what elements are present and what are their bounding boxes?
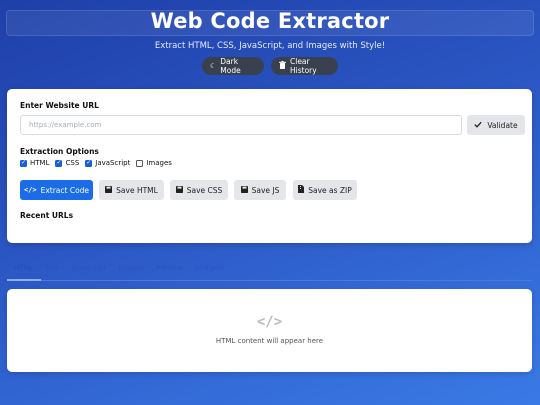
clear-history-label: Clear History [290, 57, 317, 75]
tab-analysis[interactable]: Analysis [191, 264, 232, 272]
dark-mode-button[interactable]: ☾ Dark Mode [202, 57, 264, 75]
css-checkbox[interactable]: ✓ [55, 159, 63, 167]
url-input[interactable] [20, 115, 462, 135]
save-js-button[interactable]: Save JS [234, 180, 286, 200]
option-css[interactable]: ✓ CSS [55, 159, 79, 167]
dark-mode-label: Dark Mode [220, 57, 241, 75]
app-subtitle: Extract HTML, CSS, JavaScript, and Image… [154, 41, 386, 51]
active-tab-indicator [7, 279, 41, 281]
extract-code-button[interactable]: </> Extract Code [20, 180, 93, 200]
tab-html[interactable]: HTML [10, 264, 41, 272]
recent-urls-label: Recent URLs [20, 211, 74, 220]
validate-label: Validate [487, 120, 518, 130]
save-js-label: Save JS [251, 185, 280, 195]
save-zip-label: Save as ZIP [308, 185, 352, 195]
save-css-label: Save CSS [186, 185, 223, 195]
code-icon: </> [23, 186, 37, 194]
save-icon [240, 185, 248, 195]
save-css-button[interactable]: Save CSS [170, 180, 228, 200]
option-label: HTML [30, 159, 50, 167]
tabs-divider [7, 280, 532, 281]
extraction-options-label: Extraction Options [20, 147, 99, 156]
javascript-checkbox[interactable]: ✓ [85, 159, 93, 167]
option-images[interactable]: Images [136, 159, 172, 167]
option-label: CSS [65, 159, 80, 167]
check-icon [474, 121, 483, 130]
app-title: Web Code Extractor [150, 9, 390, 33]
save-icon [175, 185, 183, 195]
moon-icon: ☾ [210, 62, 217, 70]
trash-icon [279, 61, 286, 71]
tab-preview[interactable]: Preview [152, 264, 191, 272]
option-javascript[interactable]: ✓ JavaScript [85, 159, 130, 167]
option-label: JavaScript [95, 159, 131, 167]
output-tabs: HTML CSS JavaScript Images Preview Analy… [10, 264, 232, 272]
save-zip-button[interactable]: Save as ZIP [293, 180, 357, 200]
html-checkbox[interactable]: ✓ [20, 159, 27, 167]
validate-button[interactable]: Validate [467, 115, 525, 135]
save-icon [105, 185, 113, 195]
code-icon: </> [256, 314, 283, 330]
option-label: Images [146, 159, 172, 167]
clear-history-button[interactable]: Clear History [271, 57, 338, 75]
save-html-button[interactable]: Save HTML [99, 180, 164, 200]
output-placeholder: HTML content will appear here [215, 337, 324, 345]
output-panel: </> HTML content will appear here [7, 289, 532, 372]
option-html[interactable]: ✓ HTML [20, 159, 49, 167]
tab-javascript[interactable]: JavaScript [67, 264, 114, 272]
save-html-label: Save HTML [116, 185, 158, 195]
images-checkbox[interactable] [136, 159, 144, 167]
extractor-card: Enter Website URL Validate Extraction Op… [7, 89, 532, 243]
extract-code-label: Extract Code [40, 185, 90, 195]
extraction-options: ✓ HTML ✓ CSS ✓ JavaScript Images [20, 159, 172, 167]
url-label: Enter Website URL [20, 101, 99, 110]
file-zip-icon [298, 185, 305, 195]
tab-images[interactable]: Images [114, 264, 152, 272]
tab-css[interactable]: CSS [41, 264, 67, 272]
